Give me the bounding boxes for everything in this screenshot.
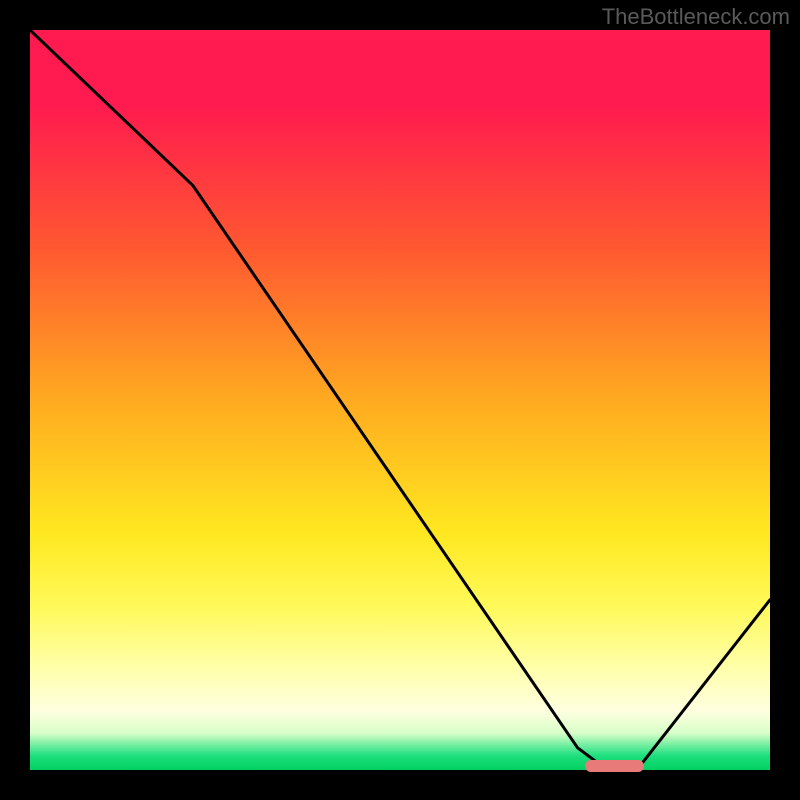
watermark-label: TheBottleneck.com [602,4,790,30]
bottleneck-curve [30,30,770,770]
gradient-plot-area [30,30,770,770]
curve-overlay [30,30,770,770]
optimal-marker [585,760,644,772]
